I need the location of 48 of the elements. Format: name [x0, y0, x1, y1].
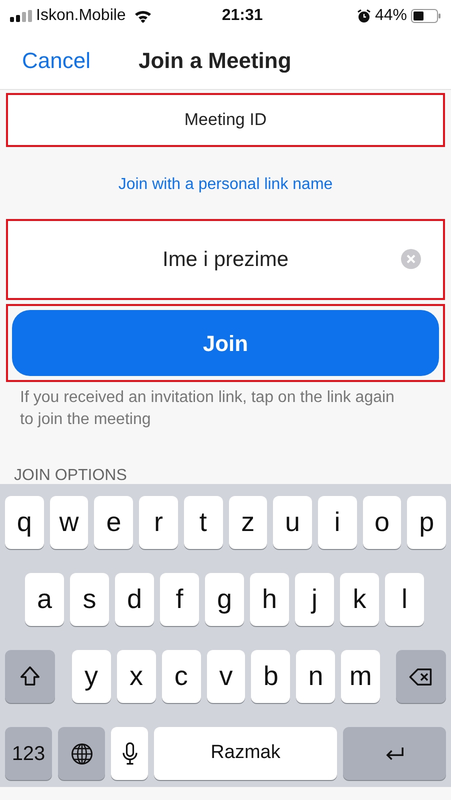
personal-link[interactable]: Join with a personal link name	[118, 176, 333, 193]
letter-key[interactable]: f	[160, 573, 199, 626]
letter-key[interactable]: h	[250, 573, 289, 626]
letter-key[interactable]: q	[5, 496, 44, 550]
space-key[interactable]: Razmak	[154, 727, 337, 780]
shift-key[interactable]	[5, 650, 55, 704]
battery-percent: 44%	[374, 6, 407, 26]
hint-text: If you received an invitation link, tap on the link again to join the meeting	[19, 388, 396, 430]
globe-icon	[68, 740, 94, 767]
letter-key[interactable]: u	[273, 496, 312, 550]
letter-key[interactable]: l	[385, 573, 424, 626]
battery-icon	[411, 9, 441, 23]
letter-key[interactable]: n	[296, 650, 336, 704]
letter-key[interactable]: z	[228, 496, 268, 550]
delete-key[interactable]	[396, 650, 446, 704]
status-time: 21:31	[222, 6, 263, 26]
carrier-name: Iskon.Mobile	[36, 6, 126, 26]
letter-key[interactable]: y	[72, 650, 111, 704]
letter-key[interactable]: b	[251, 650, 290, 704]
letter-key[interactable]: d	[115, 573, 154, 626]
letter-key[interactable]: i	[318, 496, 357, 550]
meeting-id-field[interactable]: Meeting ID	[8, 95, 443, 145]
letter-key[interactable]: s	[70, 573, 109, 626]
numbers-key[interactable]: 123	[5, 727, 52, 780]
letter-key[interactable]: g	[205, 573, 244, 626]
letter-key[interactable]: j	[295, 573, 334, 626]
letter-key[interactable]: k	[340, 573, 379, 626]
signal-icon	[10, 10, 32, 22]
letter-key[interactable]: a	[25, 573, 64, 626]
letter-key[interactable]: c	[162, 650, 201, 704]
cancel-link[interactable]: Cancel	[22, 44, 90, 77]
letter-key[interactable]: v	[206, 650, 246, 704]
letter-key[interactable]: e	[94, 496, 134, 550]
letter-key[interactable]: w	[50, 496, 88, 550]
section-heading: JOIN OPTIONS	[13, 466, 128, 484]
name-field[interactable]: Ime i prezime	[8, 221, 443, 298]
alarm-icon	[356, 9, 371, 23]
letter-key[interactable]: m	[341, 650, 380, 704]
letter-key[interactable]: x	[116, 650, 156, 704]
letter-key[interactable]: o	[362, 496, 402, 550]
join-button[interactable]: Join	[12, 310, 439, 376]
letter-key[interactable]: r	[139, 496, 178, 550]
dictation-key[interactable]	[111, 727, 148, 780]
globe-key[interactable]	[58, 727, 105, 780]
wifi-icon	[134, 9, 152, 23]
screen-title: Join a Meeting	[138, 47, 292, 75]
letter-key[interactable]: t	[184, 496, 223, 550]
letter-key[interactable]: p	[407, 496, 446, 550]
